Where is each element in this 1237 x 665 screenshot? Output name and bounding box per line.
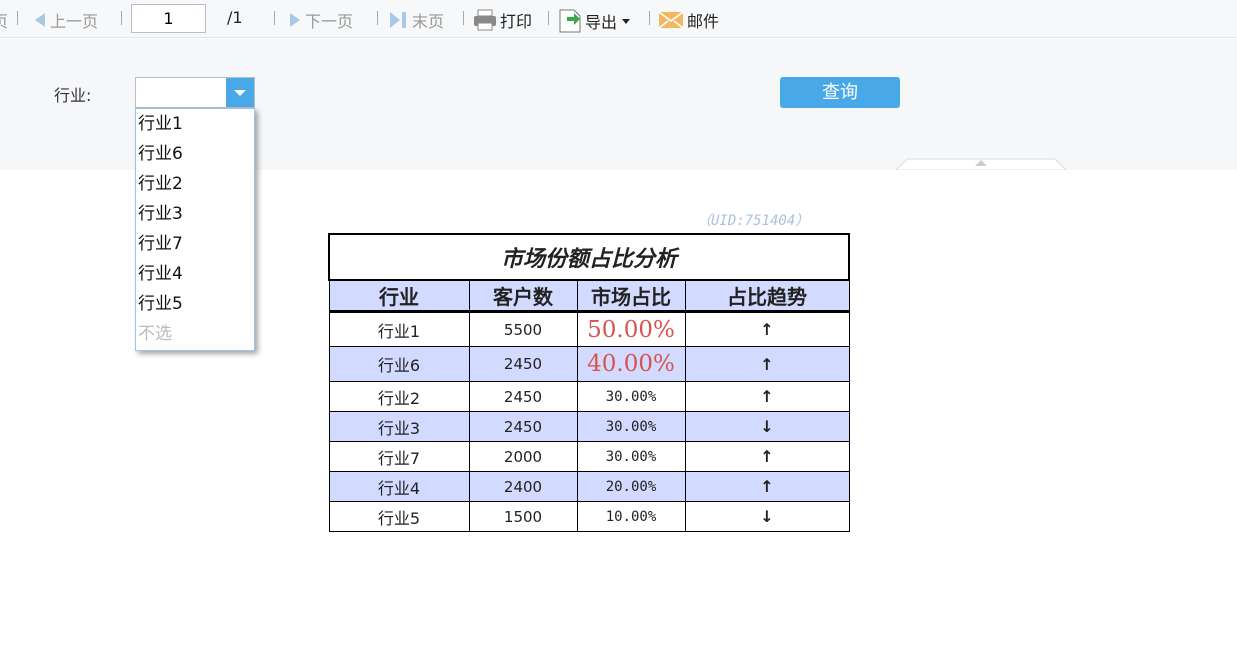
- last-page-button[interactable]: 末页: [389, 8, 444, 32]
- print-button[interactable]: 打印: [473, 8, 532, 32]
- dropdown-option[interactable]: 行业5: [136, 289, 254, 319]
- customers-cell: 2400: [468, 471, 578, 502]
- export-icon: [559, 9, 581, 33]
- trend-cell: ↑: [684, 471, 850, 502]
- industry-cell: 行业6: [328, 346, 470, 382]
- share-cell: 20.00%: [576, 471, 686, 502]
- header-industry: 行业: [328, 279, 470, 313]
- table-row: 行业5 1500 10.00% ↓: [328, 501, 850, 532]
- mail-button[interactable]: 邮件: [658, 8, 719, 32]
- dropdown-option[interactable]: 行业4: [136, 259, 254, 289]
- uid-label: （UID:751404）: [697, 213, 810, 229]
- mail-label: 邮件: [687, 12, 720, 31]
- industry-cell: 行业5: [328, 501, 470, 532]
- industry-cell: 行业7: [328, 441, 470, 472]
- divider: [17, 11, 18, 25]
- customers-cell: 2450: [468, 411, 578, 442]
- header-customers: 客户数: [468, 279, 578, 313]
- industry-cell: 行业1: [328, 311, 470, 347]
- prev-page-button[interactable]: 上一页: [33, 8, 98, 32]
- printer-icon: [474, 9, 496, 31]
- query-button[interactable]: 查询: [780, 77, 900, 108]
- dropdown-option-none[interactable]: 不选: [136, 319, 254, 349]
- share-cell: 50.00%: [576, 311, 686, 347]
- share-cell: 30.00%: [576, 441, 686, 472]
- last-page-label: 末页: [412, 12, 445, 31]
- trend-cell: ↓: [684, 411, 850, 442]
- toolbar: 页 上一页 1 /1 下一页 末页 打印 导出 邮件: [0, 0, 1237, 38]
- share-cell: 10.00%: [576, 501, 686, 532]
- trend-cell: ↓: [684, 501, 850, 532]
- market-share-table: 市场份额占比分析 行业 客户数 市场占比 占比趋势 行业1 5500 50.00% ↑…: [328, 233, 850, 532]
- caret-down-icon: [622, 19, 631, 24]
- dropdown-option[interactable]: 行业2: [136, 169, 254, 199]
- trend-cell: ↑: [684, 441, 850, 472]
- trend-cell: ↑: [684, 346, 850, 382]
- header-trend: 占比趋势: [684, 279, 850, 313]
- customers-cell: 5500: [468, 311, 578, 347]
- divider: [121, 11, 122, 25]
- dropdown-option[interactable]: 行业1: [136, 109, 254, 139]
- divider: [649, 11, 650, 25]
- share-cell: 30.00%: [576, 381, 686, 412]
- dropdown-option[interactable]: 行业7: [136, 229, 254, 259]
- dropdown-option[interactable]: 行业6: [136, 139, 254, 169]
- print-label: 打印: [500, 12, 533, 31]
- customers-cell: 1500: [468, 501, 578, 532]
- next-page-button[interactable]: 下一页: [288, 8, 353, 32]
- export-label: 导出: [585, 13, 618, 32]
- industry-cell: 行业2: [328, 381, 470, 412]
- next-page-label: 下一页: [305, 12, 354, 31]
- share-cell: 40.00%: [576, 346, 686, 382]
- triangle-right-icon: [290, 13, 300, 27]
- page-number-input[interactable]: 1: [131, 4, 206, 33]
- table-row: 行业1 5500 50.00% ↑: [328, 311, 850, 347]
- divider: [548, 11, 549, 25]
- industry-cell: 行业4: [328, 471, 470, 502]
- trend-cell: ↑: [684, 311, 850, 347]
- prev-page-label: 上一页: [50, 12, 99, 31]
- table-row: 行业6 2450 40.00% ↑: [328, 346, 850, 382]
- table-row: 行业4 2400 20.00% ↑: [328, 471, 850, 502]
- divider: [463, 11, 464, 25]
- dropdown-arrow-icon[interactable]: [226, 78, 254, 107]
- mail-icon: [658, 11, 684, 29]
- share-cell: 30.00%: [576, 411, 686, 442]
- report-title: 市场份额占比分析: [328, 233, 850, 281]
- first-page-button[interactable]: 页: [0, 8, 8, 32]
- total-pages: /1: [227, 8, 243, 27]
- customers-cell: 2450: [468, 381, 578, 412]
- collapse-panel-handle[interactable]: [895, 158, 1067, 170]
- dropdown-option[interactable]: 行业3: [136, 199, 254, 229]
- last-page-icon: [390, 12, 406, 28]
- first-page-label: 页: [0, 12, 9, 31]
- table-row: 行业3 2450 30.00% ↓: [328, 411, 850, 442]
- divider: [377, 11, 378, 25]
- customers-cell: 2450: [468, 346, 578, 382]
- customers-cell: 2000: [468, 441, 578, 472]
- divider: [274, 11, 275, 25]
- industry-dropdown-list: 行业1 行业6 行业2 行业3 行业7 行业4 行业5 不选: [135, 108, 255, 351]
- triangle-left-icon: [35, 13, 45, 27]
- export-button[interactable]: 导出: [558, 8, 632, 34]
- table-row: 行业2 2450 30.00% ↑: [328, 381, 850, 412]
- industry-label: 行业:: [54, 86, 92, 105]
- industry-cell: 行业3: [328, 411, 470, 442]
- trend-cell: ↑: [684, 381, 850, 412]
- header-share: 市场占比: [576, 279, 686, 313]
- industry-combobox[interactable]: [135, 77, 255, 108]
- table-row: 行业7 2000 30.00% ↑: [328, 441, 850, 472]
